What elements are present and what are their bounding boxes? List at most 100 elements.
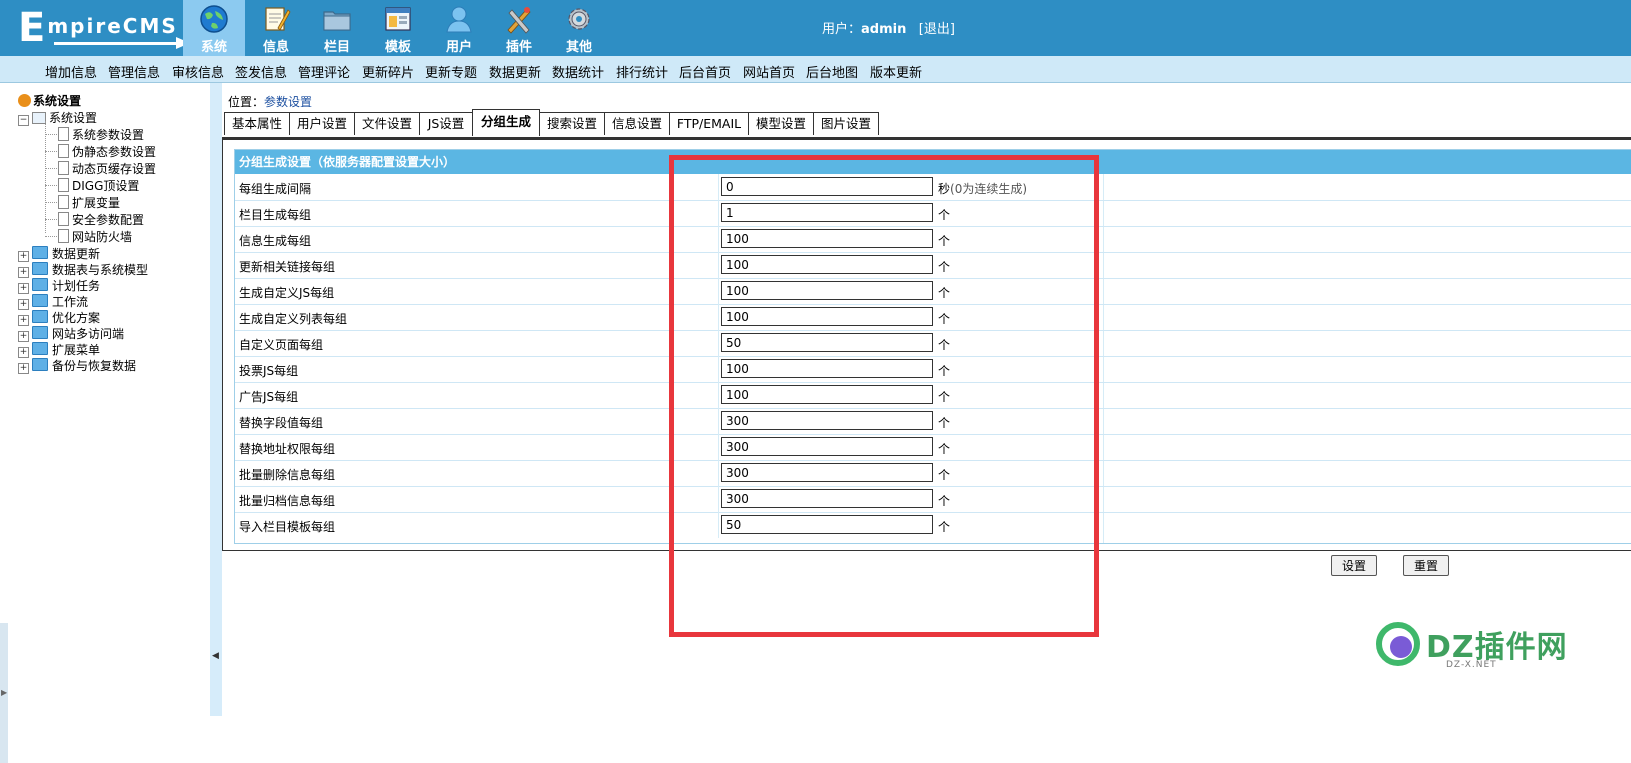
submenu-item[interactable]: 版本更新: [870, 62, 922, 81]
tab-model[interactable]: 模型设置: [748, 112, 814, 135]
tree-group-label: 备份与恢复数据: [52, 359, 137, 373]
row-label: 替换地址权限每组: [239, 442, 336, 456]
tab-ftp-email[interactable]: FTP/EMAIL: [669, 112, 749, 135]
tab-search[interactable]: 搜索设置: [539, 112, 605, 135]
breadcrumb-link[interactable]: 参数设置: [264, 95, 312, 109]
submenu-item[interactable]: 管理信息: [108, 62, 160, 81]
tree-item-system-params[interactable]: 系统参数设置: [45, 127, 144, 144]
nav-plugin[interactable]: 插件: [488, 0, 550, 56]
page-list-icon: [32, 112, 46, 124]
nav-system[interactable]: 系统: [183, 0, 245, 56]
folder-icon: [32, 342, 48, 355]
tab-group-generate[interactable]: 分组生成: [472, 109, 540, 136]
breadcrumb-prefix: 位置：: [228, 95, 265, 109]
tab-image[interactable]: 图片设置: [813, 112, 879, 135]
expand-icon[interactable]: +: [18, 315, 29, 326]
tree-group-label: 数据更新: [52, 247, 101, 261]
submenu-item[interactable]: 后台首页: [679, 62, 731, 81]
watermark-sub: DZ-X.NET: [1446, 660, 1497, 670]
tree-group-system[interactable]: − 系统设置: [18, 110, 97, 127]
tree-group[interactable]: + 工作流: [18, 294, 88, 311]
reset-button[interactable]: 重置: [1403, 555, 1449, 576]
tree-item-label: 伪静态参数设置: [72, 145, 157, 159]
row-label: 更新相关链接每组: [239, 260, 336, 274]
tab-basic[interactable]: 基本属性: [224, 112, 290, 135]
tab-file[interactable]: 文件设置: [354, 112, 420, 135]
top-header: EmpireCMS 系统 信息 栏目 模板 用户 插件 其他 用户：admin …: [0, 0, 1631, 56]
submenu-item[interactable]: 增加信息: [45, 62, 97, 81]
tab-js[interactable]: JS设置: [419, 112, 473, 135]
expand-icon[interactable]: +: [18, 283, 29, 294]
quick-menu-bar: 增加信息 管理信息 审核信息 签发信息 管理评论 更新碎片 更新专题 数据更新 …: [0, 56, 1631, 83]
folder-icon: [32, 310, 48, 323]
document-icon: [58, 127, 69, 141]
tree-group[interactable]: + 数据表与系统模型: [18, 262, 148, 279]
tree-item-cache[interactable]: 动态页缓存设置: [45, 161, 156, 178]
tree-item-rewrite[interactable]: 伪静态参数设置: [45, 144, 156, 161]
tools-icon: [507, 7, 531, 34]
submit-button[interactable]: 设置: [1331, 555, 1377, 576]
submenu-item[interactable]: 后台地图: [806, 62, 858, 81]
nav-info[interactable]: 信息: [245, 0, 307, 56]
tab-user[interactable]: 用户设置: [289, 112, 355, 135]
submenu-item[interactable]: 管理评论: [298, 62, 350, 81]
tree-group[interactable]: + 优化方案: [18, 310, 100, 327]
collapse-icon[interactable]: −: [18, 115, 29, 126]
tree-group[interactable]: + 网站多访问端: [18, 326, 124, 343]
expand-icon[interactable]: +: [18, 363, 29, 374]
tab-info[interactable]: 信息设置: [604, 112, 670, 135]
tree-item-firewall[interactable]: 网站防火墙: [45, 229, 132, 246]
nav-label: 插件: [505, 40, 532, 55]
window-template-icon: [385, 7, 411, 31]
tree-item-label: 安全参数配置: [72, 213, 145, 227]
submenu-item[interactable]: 审核信息: [172, 62, 224, 81]
globe-icon: [200, 5, 228, 33]
tree-item-label: 系统参数设置: [72, 128, 145, 142]
tree-item-security[interactable]: 安全参数配置: [45, 212, 144, 229]
submenu-item[interactable]: 数据更新: [489, 62, 541, 81]
document-icon: [58, 212, 69, 226]
nav-template[interactable]: 模板: [367, 0, 429, 56]
user-info: 用户：admin [退出]: [822, 18, 955, 37]
row-label: 信息生成每组: [239, 234, 312, 248]
submenu-item[interactable]: 排行统计: [616, 62, 668, 81]
user-icon: [446, 6, 472, 33]
expand-icon[interactable]: +: [18, 267, 29, 278]
folder-icon: [32, 278, 48, 291]
nav-label: 模板: [384, 40, 411, 55]
tree-group-label: 优化方案: [52, 311, 101, 325]
empirecms-logo[interactable]: EmpireCMS: [12, 2, 190, 50]
sidebar-splitter[interactable]: ◀: [210, 83, 222, 716]
tree-group[interactable]: + 备份与恢复数据: [18, 358, 136, 375]
tree-item-ext-vars[interactable]: 扩展变量: [45, 195, 120, 212]
tree-group[interactable]: + 数据更新: [18, 246, 100, 263]
row-label: 生成自定义列表每组: [239, 312, 348, 326]
submenu-item[interactable]: 数据统计: [552, 62, 604, 81]
expand-icon[interactable]: +: [18, 347, 29, 358]
nav-other[interactable]: 其他: [548, 0, 610, 56]
submenu-item[interactable]: 更新碎片: [362, 62, 414, 81]
nav-label: 信息: [262, 40, 289, 55]
submenu-item[interactable]: 网站首页: [743, 62, 795, 81]
logo-underline: [54, 42, 179, 45]
folder-icon: [323, 11, 351, 31]
expand-icon[interactable]: +: [18, 331, 29, 342]
outer-collapse-handle[interactable]: ▶: [0, 623, 8, 763]
tree-item-label: DIGG顶设置: [72, 179, 140, 193]
tree-group-label: 工作流: [52, 295, 89, 309]
tree-root[interactable]: 系统设置: [18, 93, 81, 110]
row-label: 广告JS每组: [239, 390, 299, 404]
nav-column[interactable]: 栏目: [306, 0, 368, 56]
logout-link[interactable]: [退出]: [919, 22, 955, 37]
tree-group[interactable]: + 扩展菜单: [18, 342, 100, 359]
tree-item-digg[interactable]: DIGG顶设置: [45, 178, 139, 195]
expand-icon[interactable]: +: [18, 251, 29, 262]
row-label: 自定义页面每组: [239, 338, 324, 352]
expand-icon[interactable]: +: [18, 299, 29, 310]
document-icon: [58, 161, 69, 175]
submenu-item[interactable]: 签发信息: [235, 62, 287, 81]
nav-user[interactable]: 用户: [428, 0, 490, 56]
submenu-item[interactable]: 更新专题: [425, 62, 477, 81]
tree-group[interactable]: + 计划任务: [18, 278, 100, 295]
row-label: 批量删除信息每组: [239, 468, 336, 482]
